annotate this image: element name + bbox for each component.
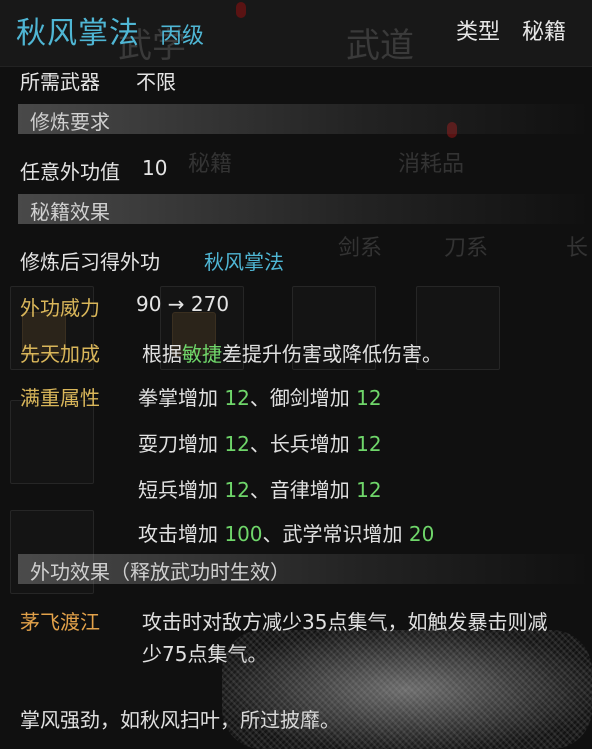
attribute-row: 短兵增加 12、音律增加 12	[138, 474, 382, 503]
attribute-name: 音律增加	[269, 478, 350, 502]
attribute-value: 12	[356, 478, 382, 502]
section-skill-effect-title: 外功效果（释放武功时生效）	[30, 560, 290, 584]
skill-name: 茅飞渡江	[20, 610, 100, 634]
attribute-value: 12	[224, 432, 250, 456]
attribute-value: 20	[408, 522, 435, 546]
attribute-value: 12	[356, 432, 382, 456]
section-effects: 秘籍效果	[18, 194, 592, 224]
attribute-name: 拳掌增加	[138, 386, 218, 410]
section-requirements-title: 修炼要求	[30, 110, 110, 134]
attribute-row: 攻击增加 100、武学常识增加 20	[138, 518, 434, 547]
learn-label: 修炼后习得外功	[20, 250, 160, 274]
attribute-value: 12	[224, 478, 250, 502]
section-skill-effect: 外功效果（释放武功时生效）	[18, 554, 592, 584]
innate-text-pre: 根据	[142, 342, 182, 366]
requirement-value: 10	[142, 156, 168, 180]
weapon-value: 不限	[136, 70, 176, 94]
innate-text-post: 差提升伤害或降低伤害。	[222, 342, 442, 366]
innate-description: 根据敏捷差提升伤害或降低伤害。	[142, 338, 442, 367]
item-title: 秋风掌法	[16, 16, 140, 51]
section-requirements: 修炼要求	[18, 104, 592, 134]
weapon-label: 所需武器	[20, 70, 100, 94]
type-label: 类型	[456, 20, 501, 45]
attribute-name: 攻击增加	[138, 522, 218, 546]
type-value: 秘籍	[522, 20, 567, 45]
learn-value: 秋风掌法	[204, 250, 284, 274]
requirement-label: 任意外功值	[20, 160, 120, 184]
item-grade: 丙级	[160, 24, 205, 49]
power-label: 外功威力	[20, 296, 100, 320]
attribute-sep: 、	[249, 478, 270, 502]
attribute-name: 短兵增加	[138, 478, 218, 502]
attribute-sep: 、	[249, 432, 270, 456]
item-tooltip: 秋风掌法 丙级 类型 秘籍 所需武器 不限 修炼要求 任意外功值 10 秘籍效果…	[0, 0, 592, 749]
attribute-row: 拳掌增加 12、御剑增加 12	[138, 382, 382, 411]
attribute-value: 12	[224, 386, 250, 410]
section-effects-title: 秘籍效果	[30, 200, 110, 224]
attribute-name: 长兵增加	[269, 432, 350, 456]
innate-highlight: 敏捷	[182, 342, 222, 366]
full-attributes-label: 满重属性	[20, 386, 100, 410]
attribute-sep: 、	[249, 386, 270, 410]
tooltip-header: 秋风掌法 丙级 类型 秘籍	[0, 0, 592, 62]
attribute-name: 武学常识增加	[282, 522, 403, 546]
attribute-value: 100	[224, 522, 263, 546]
attribute-row: 耍刀增加 12、长兵增加 12	[138, 428, 382, 457]
mosaic-overlay	[222, 630, 592, 749]
attribute-sep: 、	[262, 522, 283, 546]
attribute-name: 御剑增加	[269, 386, 350, 410]
attribute-name: 耍刀增加	[138, 432, 218, 456]
attribute-value: 12	[356, 386, 382, 410]
innate-label: 先天加成	[20, 342, 100, 366]
power-value: 90 → 270	[136, 292, 230, 316]
